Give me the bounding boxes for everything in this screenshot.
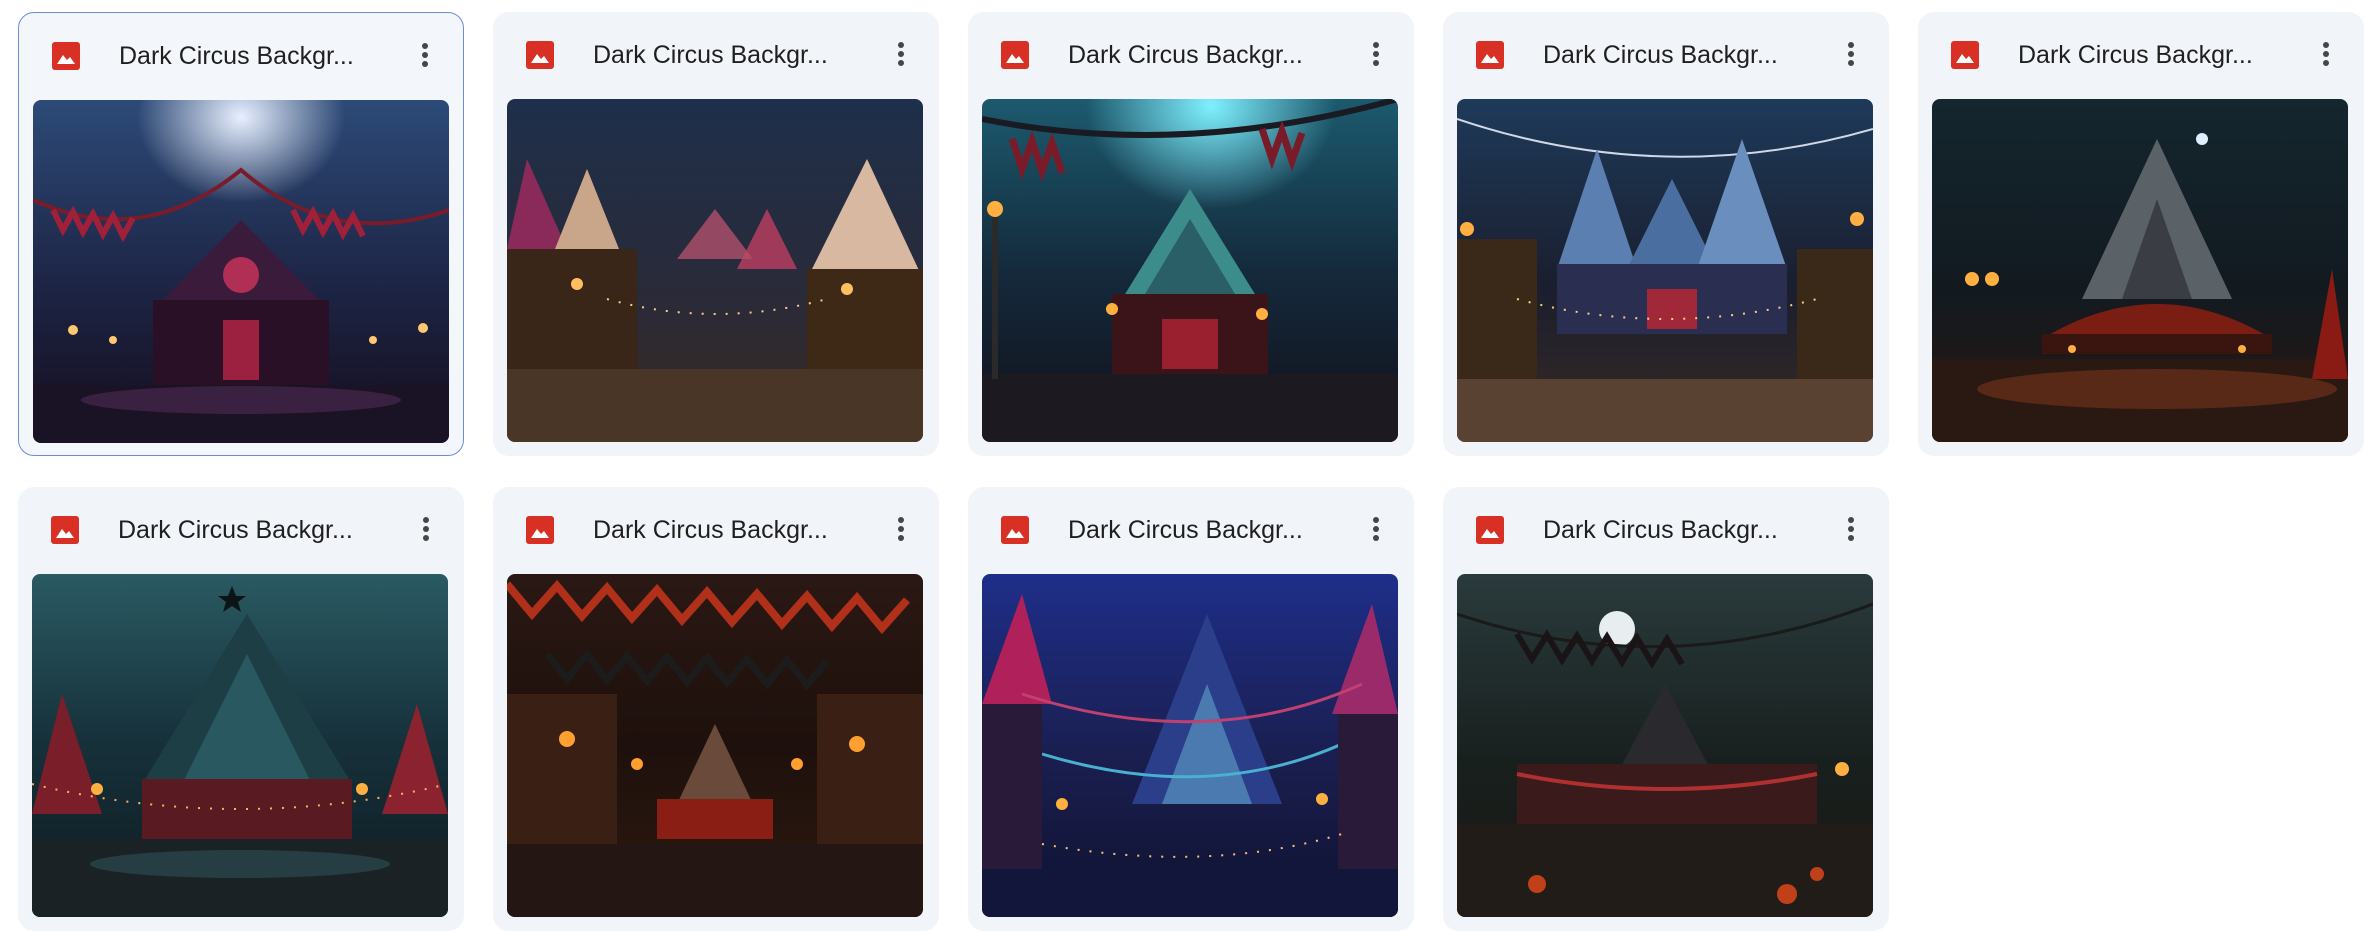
file-card[interactable]: Dark Circus Backgr...	[493, 12, 939, 456]
file-card[interactable]: Dark Circus Backgr...	[18, 12, 464, 456]
file-thumbnail[interactable]	[32, 574, 448, 917]
file-thumbnail[interactable]	[982, 574, 1398, 917]
file-card-header: Dark Circus Backgr...	[968, 487, 1414, 569]
file-card-header: Dark Circus Backgr...	[1443, 487, 1889, 569]
thumbnail-image	[507, 574, 923, 917]
file-thumbnail[interactable]	[507, 574, 923, 917]
more-actions-button[interactable]	[1829, 32, 1873, 76]
more-vert-icon	[1848, 517, 1854, 541]
file-card[interactable]: Dark Circus Backgr...	[968, 487, 1414, 931]
more-actions-button[interactable]	[1354, 32, 1398, 76]
more-actions-button[interactable]	[404, 507, 448, 551]
file-card-header: Dark Circus Backgr...	[968, 12, 1414, 94]
file-name: Dark Circus Backgr...	[1543, 41, 1778, 69]
file-name: Dark Circus Backgr...	[1543, 516, 1778, 544]
file-name: Dark Circus Backgr...	[119, 42, 354, 70]
thumbnail-image	[32, 574, 448, 917]
file-card-header: Dark Circus Backgr...	[1918, 12, 2364, 94]
more-vert-icon	[1373, 42, 1379, 66]
more-actions-button[interactable]	[879, 32, 923, 76]
thumbnail-image	[1457, 99, 1873, 442]
file-name: Dark Circus Backgr...	[593, 516, 828, 544]
more-vert-icon	[1373, 517, 1379, 541]
image-file-icon	[1476, 41, 1504, 69]
file-name: Dark Circus Backgr...	[593, 41, 828, 69]
file-card-header: Dark Circus Backgr...	[493, 487, 939, 569]
image-file-icon	[526, 41, 554, 69]
more-actions-button[interactable]	[1829, 507, 1873, 551]
thumbnail-image	[1457, 574, 1873, 917]
image-file-icon	[51, 516, 79, 544]
file-card[interactable]: Dark Circus Backgr...	[968, 12, 1414, 456]
thumbnail-image	[982, 99, 1398, 442]
more-vert-icon	[898, 517, 904, 541]
image-file-icon	[52, 42, 80, 70]
file-name: Dark Circus Backgr...	[2018, 41, 2253, 69]
file-thumbnail[interactable]	[507, 99, 923, 442]
file-thumbnail[interactable]	[1932, 99, 2348, 442]
image-file-icon	[1001, 516, 1029, 544]
more-actions-button[interactable]	[2304, 32, 2348, 76]
image-file-icon	[1001, 41, 1029, 69]
file-grid: Dark Circus Backgr... Dark Circus Backgr…	[18, 12, 2364, 931]
thumbnail-image	[507, 99, 923, 442]
more-vert-icon	[423, 517, 429, 541]
file-thumbnail[interactable]	[1457, 574, 1873, 917]
file-thumbnail[interactable]	[982, 99, 1398, 442]
image-file-icon	[1476, 516, 1504, 544]
file-card-header: Dark Circus Backgr...	[493, 12, 939, 94]
file-card[interactable]: Dark Circus Backgr...	[1443, 487, 1889, 931]
file-card[interactable]: Dark Circus Backgr...	[1443, 12, 1889, 456]
more-vert-icon	[1848, 42, 1854, 66]
file-card-header: Dark Circus Backgr...	[1443, 12, 1889, 94]
image-file-icon	[1951, 41, 1979, 69]
more-vert-icon	[2323, 42, 2329, 66]
file-card-header: Dark Circus Backgr...	[18, 487, 464, 569]
file-thumbnail[interactable]	[33, 100, 449, 443]
file-card[interactable]: Dark Circus Backgr...	[493, 487, 939, 931]
more-actions-button[interactable]	[1354, 507, 1398, 551]
file-card-header: Dark Circus Backgr...	[19, 13, 463, 95]
image-file-icon	[526, 516, 554, 544]
file-card[interactable]: Dark Circus Backgr...	[1918, 12, 2364, 456]
file-name: Dark Circus Backgr...	[118, 516, 353, 544]
thumbnail-image	[33, 100, 449, 443]
more-vert-icon	[422, 43, 428, 67]
more-actions-button[interactable]	[879, 507, 923, 551]
file-name: Dark Circus Backgr...	[1068, 41, 1303, 69]
thumbnail-image	[1932, 99, 2348, 442]
file-thumbnail[interactable]	[1457, 99, 1873, 442]
more-vert-icon	[898, 42, 904, 66]
file-name: Dark Circus Backgr...	[1068, 516, 1303, 544]
more-actions-button[interactable]	[403, 33, 447, 77]
thumbnail-image	[982, 574, 1398, 917]
file-card[interactable]: Dark Circus Backgr...	[18, 487, 464, 931]
